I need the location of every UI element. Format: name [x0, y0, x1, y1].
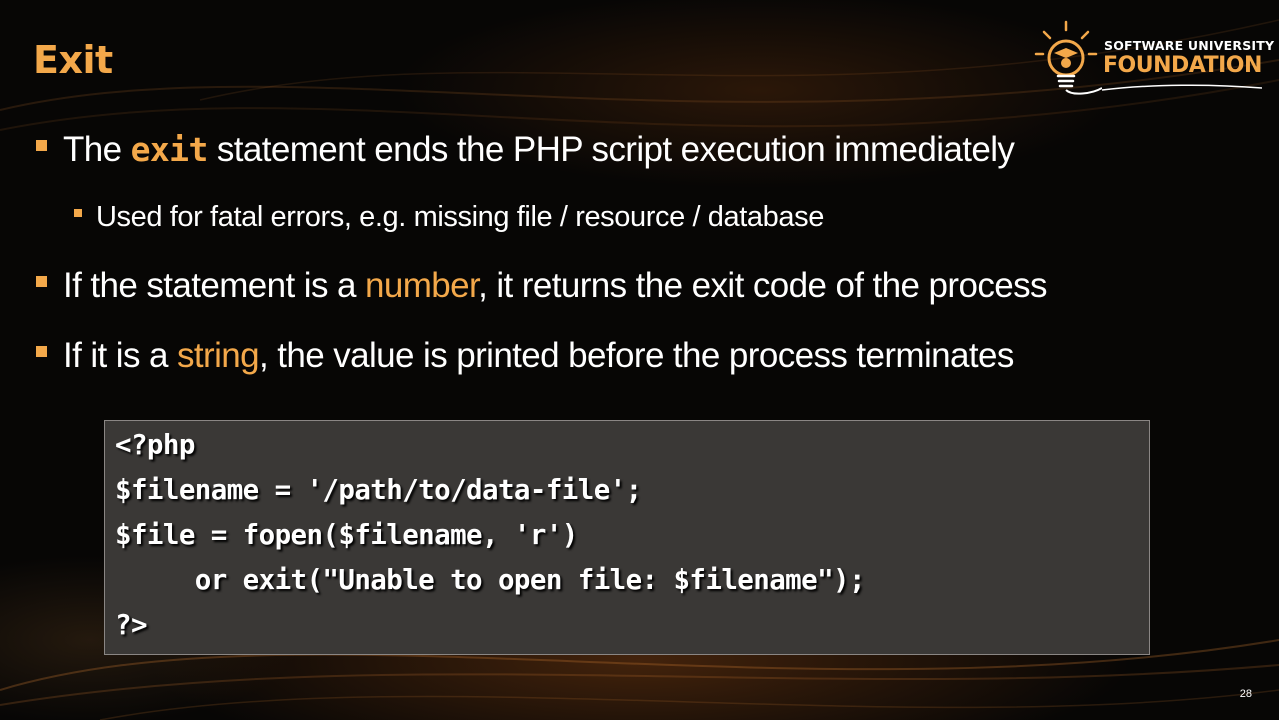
bullet-exit-statement: The exit statement ends the PHP script e… [36, 130, 1015, 170]
bullet-text: The [63, 130, 131, 169]
bullet-marker [36, 276, 47, 288]
inline-code-exit: exit [130, 130, 209, 169]
code-line-1: <?php [115, 429, 195, 461]
code-line-3: $file = fopen($filename, 'r') [115, 519, 578, 551]
slide-number: 28 [1239, 688, 1252, 700]
slide-title: Exit [33, 38, 113, 82]
bullet-number: If the statement is a number, it returns… [36, 266, 1047, 306]
bullet-text: , it returns the exit code of the proces… [478, 266, 1047, 305]
highlight-string: string [177, 336, 260, 375]
bullet-text: , the value is printed before the proces… [259, 336, 1014, 375]
bullet-marker [36, 346, 47, 358]
code-line-4: or exit("Unable to open file: $filename"… [115, 564, 866, 596]
code-block: <?php $filename = '/path/to/data-file'; … [104, 420, 1150, 655]
bullet-text: If it is a [63, 336, 177, 375]
bullet-marker [36, 140, 47, 152]
logo-line1: SOFTWARE UNIVERSITY [1104, 38, 1275, 53]
logo-underline [1102, 84, 1262, 91]
sub-bullet-fatal-errors: Used for fatal errors, e.g. missing file… [74, 201, 824, 234]
bullet-text: statement ends the PHP script execution … [207, 130, 1015, 169]
bullet-string: If it is a string, the value is printed … [36, 336, 1014, 376]
bullet-text: If the statement is a [63, 266, 365, 305]
highlight-number: number [364, 266, 479, 305]
code-line-5: ?> [115, 609, 148, 641]
softuni-foundation-logo: SOFTWARE UNIVERSITY FOUNDATION [1032, 20, 1274, 98]
bullet-text: Used for fatal errors, e.g. missing file… [96, 201, 824, 233]
logo-line2: FOUNDATION [1103, 53, 1262, 78]
bullet-marker [74, 209, 82, 218]
code-line-2: $filename = '/path/to/data-file'; [115, 474, 642, 506]
lightbulb-graduate-icon [1034, 20, 1102, 95]
